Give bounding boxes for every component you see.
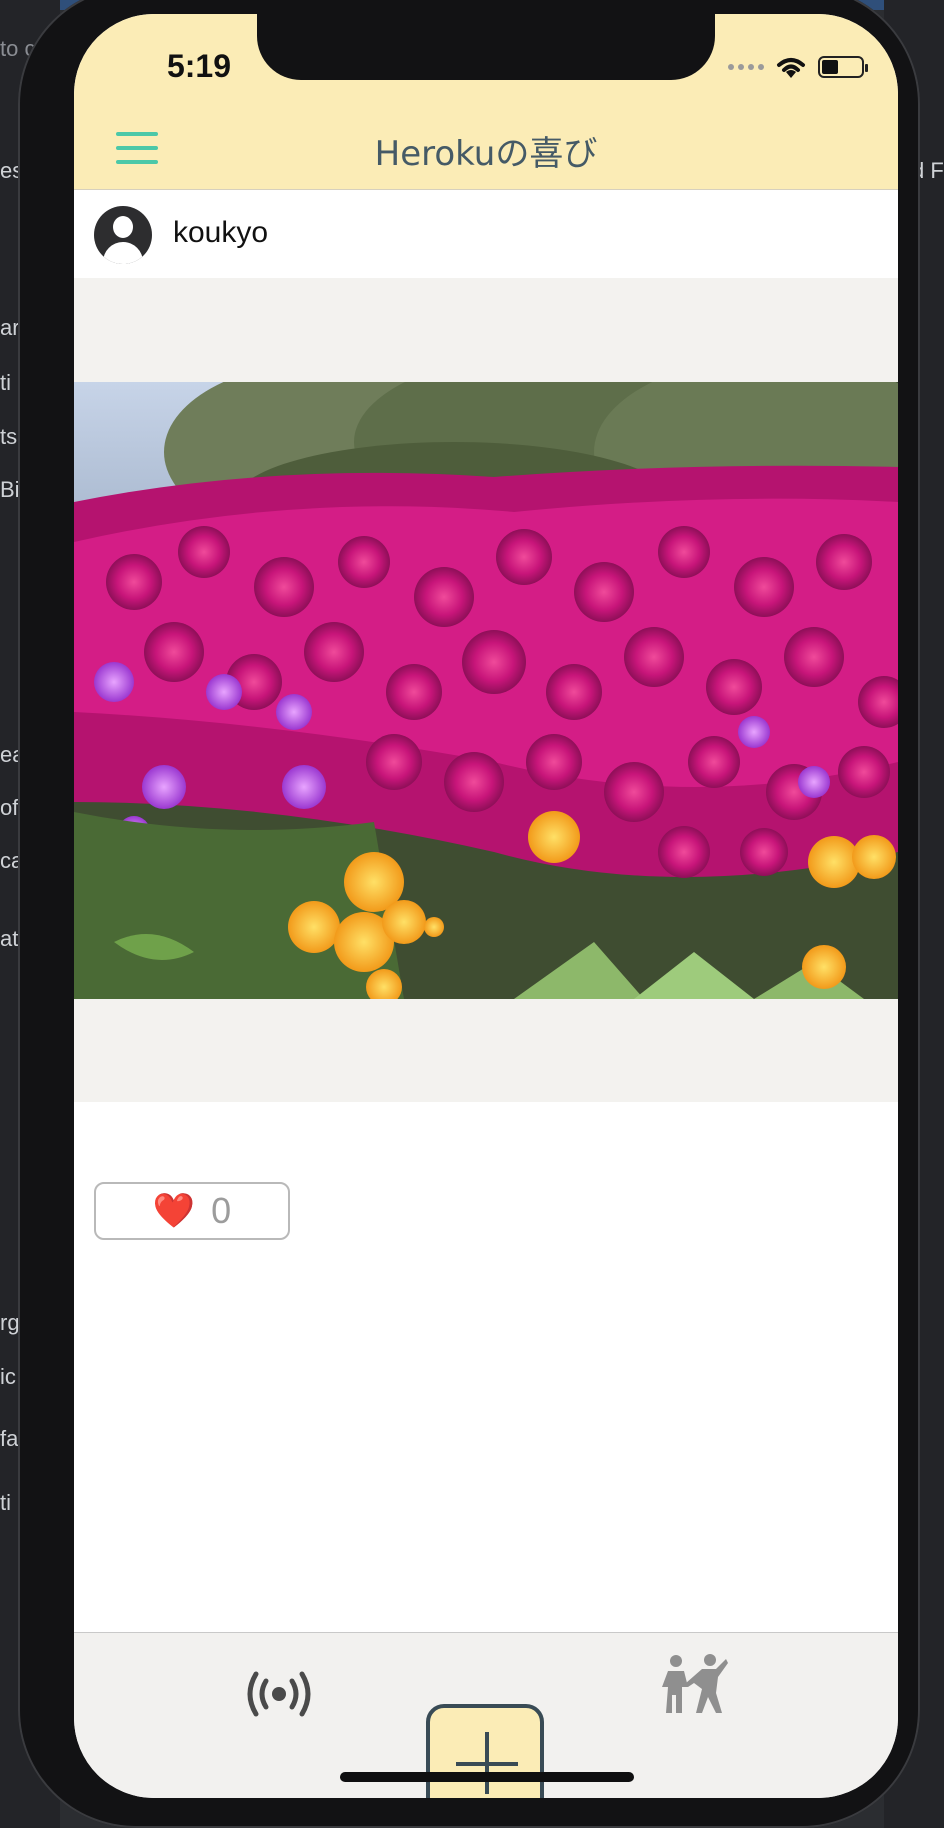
- background-text: of: [0, 795, 19, 820]
- background-text: ar: [0, 315, 20, 340]
- flower-field-photo[interactable]: [74, 382, 898, 999]
- status-icons: [728, 54, 868, 80]
- device-notch: [257, 14, 715, 80]
- signal-dots-icon: [728, 64, 764, 70]
- background-text: ts: [0, 424, 18, 449]
- people-dancing-icon[interactable]: [658, 1653, 728, 1715]
- status-time: 5:19: [166, 48, 232, 84]
- add-post-button[interactable]: [426, 1704, 544, 1798]
- phone-screen: 5:19 Herokuの喜び koukyo ❤️ 0: [74, 14, 898, 1798]
- like-count: 0: [211, 1190, 232, 1231]
- background-text: at: [0, 926, 19, 951]
- heart-icon: ❤️: [152, 1191, 196, 1231]
- broadcast-icon[interactable]: [246, 1671, 312, 1717]
- background-text: fa: [0, 1426, 19, 1451]
- post-header: koukyo: [74, 190, 898, 278]
- photo-illustration: [74, 382, 898, 999]
- navigation-bar: Herokuの喜び: [74, 110, 898, 190]
- home-indicator: [340, 1772, 634, 1782]
- background-text: ti: [0, 1490, 11, 1515]
- wifi-icon: [777, 58, 805, 78]
- background-text: ic: [0, 1364, 16, 1389]
- background-text: Bi: [0, 477, 20, 502]
- user-avatar-icon[interactable]: [94, 206, 152, 264]
- username[interactable]: koukyo: [173, 216, 268, 250]
- phone-frame: 5:19 Herokuの喜び koukyo ❤️ 0: [18, 0, 920, 1828]
- battery-icon: [818, 56, 868, 78]
- background-text: ti: [0, 370, 11, 395]
- app-title: Herokuの喜び: [374, 134, 598, 174]
- photo-container: [74, 278, 898, 1102]
- background-text: rg: [0, 1310, 20, 1335]
- status-bar: 5:19 Herokuの喜び: [74, 14, 898, 190]
- like-button[interactable]: ❤️ 0: [94, 1182, 290, 1240]
